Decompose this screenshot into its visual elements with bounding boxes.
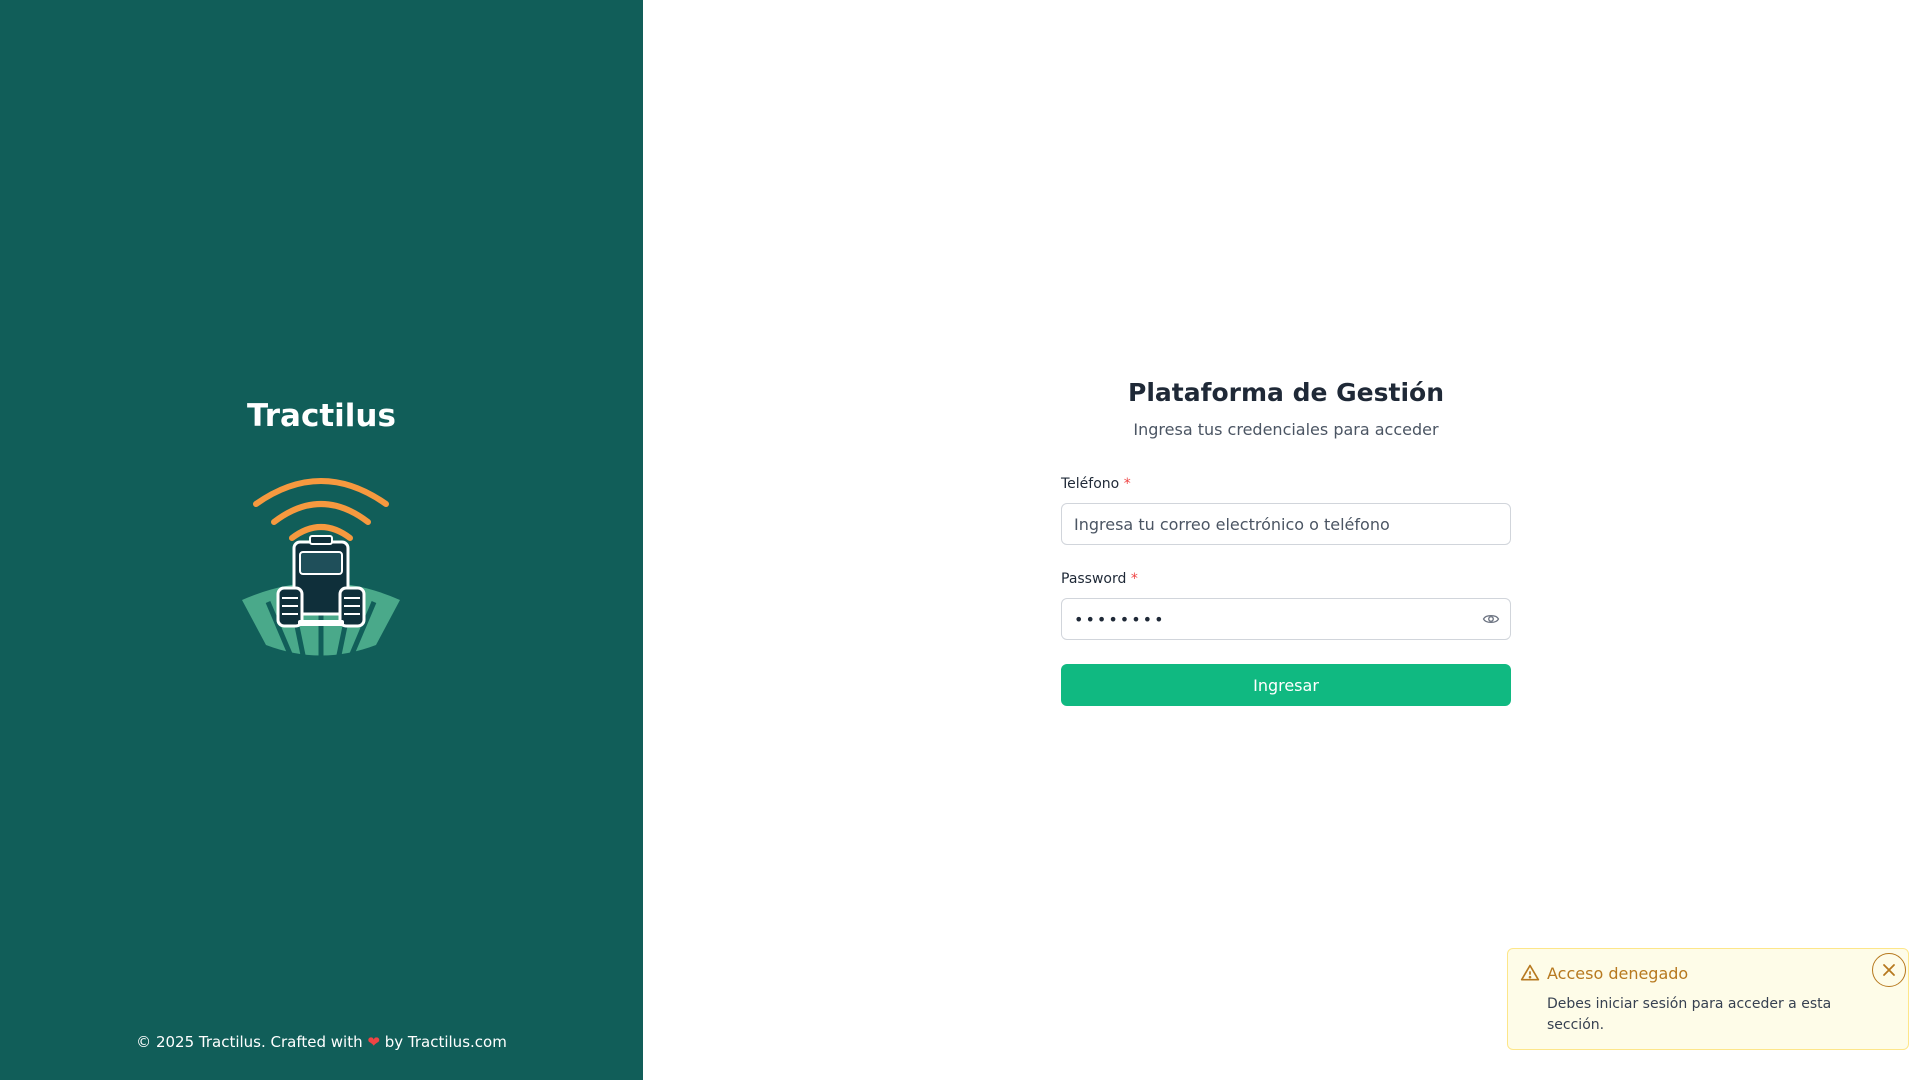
page-subtitle: Ingresa tus credenciales para acceder bbox=[1133, 420, 1439, 439]
password-label: Password * bbox=[1061, 571, 1138, 587]
heart-icon: ❤ bbox=[367, 1033, 380, 1051]
page-title: Plataforma de Gestión bbox=[1128, 378, 1444, 407]
toast-close-button[interactable] bbox=[1872, 953, 1906, 987]
eye-icon[interactable] bbox=[1482, 610, 1500, 628]
brand-title: Tractilus bbox=[247, 398, 396, 434]
required-mark: * bbox=[1130, 571, 1138, 587]
phone-label-text: Teléfono bbox=[1061, 476, 1120, 492]
phone-input[interactable] bbox=[1061, 503, 1511, 545]
footer-prefix: © 2025 Tractilus. Crafted with bbox=[136, 1033, 363, 1051]
close-icon bbox=[1883, 964, 1895, 976]
password-label-text: Password bbox=[1061, 571, 1127, 587]
password-input[interactable] bbox=[1061, 598, 1511, 640]
toast-title: Acceso denegado bbox=[1547, 964, 1689, 983]
warning-toast: Acceso denegado Debes iniciar sesión par… bbox=[1507, 948, 1909, 1050]
footer-credit: © 2025 Tractilus. Crafted with ❤ by Trac… bbox=[0, 1033, 643, 1051]
tractor-logo bbox=[242, 478, 400, 660]
required-mark: * bbox=[1123, 476, 1131, 492]
warning-icon bbox=[1520, 964, 1540, 981]
brand-panel: Tractilus © 2025 Tractilus. Crafted with… bbox=[0, 0, 643, 1080]
login-button[interactable]: Ingresar bbox=[1061, 664, 1511, 706]
footer-suffix: by Tractilus.com bbox=[384, 1033, 507, 1051]
toast-message: Debes iniciar sesión para acceder a esta… bbox=[1547, 996, 1832, 1033]
phone-label: Teléfono * bbox=[1061, 476, 1131, 492]
